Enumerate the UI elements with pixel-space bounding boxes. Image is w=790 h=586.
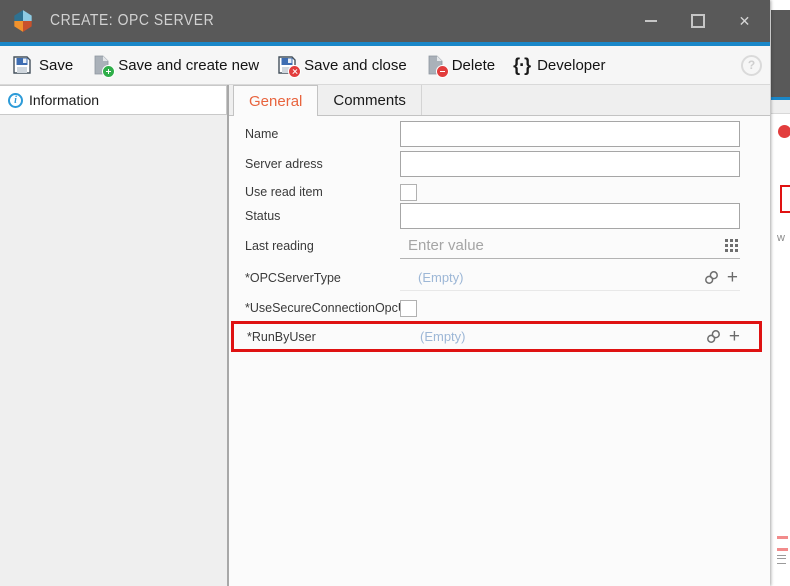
last-reading-field (400, 233, 740, 259)
background-red-bracket-fragment (780, 185, 790, 213)
last-reading-input[interactable] (400, 237, 725, 254)
save-button[interactable]: Save (4, 50, 81, 80)
name-label: Name (245, 127, 400, 141)
usesecureconnectionopcua-label: *UseSecureConnectionOpcUA (245, 301, 400, 315)
save-and-close-button[interactable]: Save and close (269, 50, 415, 80)
name-input[interactable] (400, 121, 740, 147)
save-floppy-icon (12, 55, 32, 75)
minimize-icon (645, 20, 657, 22)
form-row-usesecureconnectionopcua: *UseSecureConnectionOpcUA (229, 297, 770, 319)
developer-button[interactable]: {·} Developer (505, 50, 613, 80)
delete-page-icon (425, 55, 445, 75)
background-toolbar-fragment (771, 100, 790, 114)
content-column: General Comments Name Server adress Use … (229, 85, 770, 586)
opcservertype-value: (Empty) (400, 270, 704, 285)
tab-row: General Comments (229, 85, 770, 116)
developer-braces-icon: {·} (513, 56, 530, 74)
cross-badge-icon (288, 65, 301, 78)
window-controls: ✕ (627, 0, 768, 42)
link-icon[interactable] (704, 270, 719, 285)
save-and-close-label: Save and close (304, 57, 407, 74)
form-row-use-read-item: Use read item (229, 181, 770, 203)
minus-badge-icon (436, 65, 449, 78)
form-panel: Name Server adress Use read item Status (229, 116, 770, 586)
grid-picker-icon[interactable] (725, 239, 738, 252)
background-red-dash-fragment (777, 536, 788, 539)
tab-comments[interactable]: Comments (318, 85, 422, 115)
form-row-last-reading: Last reading (229, 233, 770, 259)
link-icon[interactable] (706, 329, 721, 344)
title-bar: CREATE: OPC SERVER ✕ (0, 0, 770, 42)
maximize-icon (691, 14, 705, 28)
use-read-item-label: Use read item (245, 185, 400, 199)
form-row-status: Status (229, 203, 770, 229)
opcservertype-field[interactable]: (Empty) + (400, 265, 740, 291)
save-label: Save (39, 57, 73, 74)
runbyuser-highlight-box: *RunByUser (Empty) + (231, 321, 762, 352)
use-read-item-checkbox[interactable] (400, 184, 417, 201)
save-close-floppy-icon (277, 55, 297, 75)
save-new-page-icon (91, 55, 111, 75)
sidebar-tab-information[interactable]: i Information (0, 85, 227, 115)
developer-label: Developer (537, 57, 605, 74)
form-row-opcservertype: *OPCServerType (Empty) + (229, 265, 770, 291)
runbyuser-field[interactable]: (Empty) + (402, 324, 742, 350)
maximize-button[interactable] (674, 0, 721, 42)
add-icon[interactable]: + (727, 268, 738, 287)
server-adress-input[interactable] (400, 151, 740, 177)
background-red-icon-fragment (778, 125, 790, 138)
toolbar: Save Save and create new (0, 46, 770, 85)
runbyuser-label: *RunByUser (247, 330, 402, 344)
sidebar: i Information (0, 85, 229, 586)
plus-badge-icon (102, 65, 115, 78)
main-area: i Information General Comments Name Serv… (0, 85, 770, 586)
background-red-dash-fragment (777, 548, 788, 551)
create-opc-server-dialog: CREATE: OPC SERVER ✕ Save (0, 0, 770, 586)
status-input[interactable] (400, 203, 740, 229)
status-label: Status (245, 209, 400, 223)
app-logo-cube-icon (10, 8, 36, 34)
background-menu-icon-fragment (777, 555, 786, 564)
form-row-name: Name (229, 121, 770, 147)
save-and-create-new-button[interactable]: Save and create new (83, 50, 267, 80)
window-title: CREATE: OPC SERVER (50, 12, 214, 30)
minimize-button[interactable] (627, 0, 674, 42)
background-text-fragment: w (777, 232, 785, 244)
form-row-server-adress: Server adress (229, 151, 770, 177)
close-button[interactable]: ✕ (721, 0, 768, 42)
tab-general[interactable]: General (233, 85, 318, 116)
runbyuser-value: (Empty) (402, 329, 706, 344)
opcservertype-label: *OPCServerType (245, 271, 400, 285)
usesecureconnectionopcua-checkbox[interactable] (400, 300, 417, 317)
add-icon[interactable]: + (729, 327, 740, 346)
delete-label: Delete (452, 57, 495, 74)
server-adress-label: Server adress (245, 157, 400, 171)
last-reading-label: Last reading (245, 239, 400, 253)
background-titlebar-fragment (771, 10, 790, 97)
delete-button[interactable]: Delete (417, 50, 503, 80)
help-icon[interactable]: ? (741, 55, 762, 76)
background-window-sliver: w (771, 0, 790, 586)
close-icon: ✕ (739, 13, 751, 30)
info-icon: i (8, 93, 23, 108)
information-tab-label: Information (29, 92, 99, 108)
save-and-create-new-label: Save and create new (118, 57, 259, 74)
